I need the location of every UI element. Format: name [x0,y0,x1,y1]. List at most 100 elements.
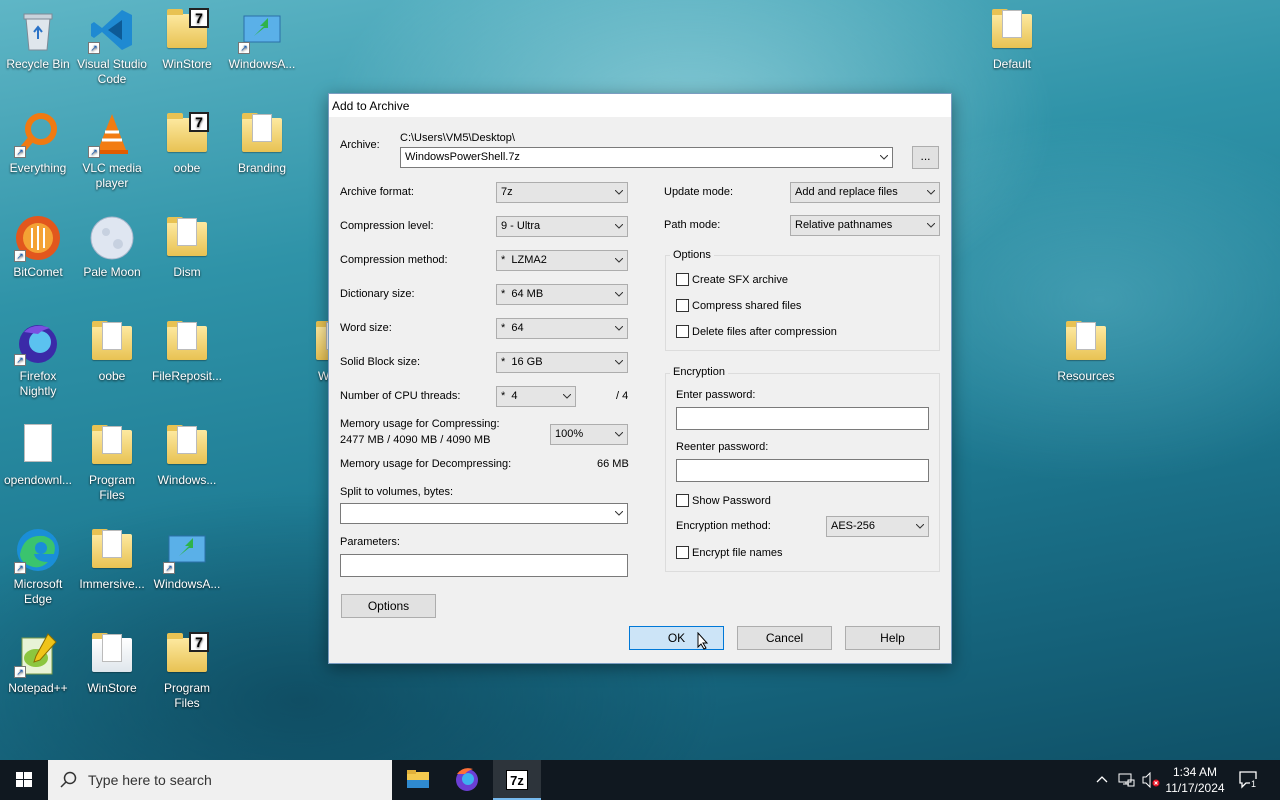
parameters-input[interactable] [340,554,628,577]
vscode-icon: ↗ [88,6,136,54]
help-button[interactable]: Help [845,626,940,650]
parameters-label: Parameters: [340,536,400,548]
archive-format-value: 7z [501,186,513,198]
desktop-icon-default[interactable]: Default [974,6,1050,72]
show-password-checkbox[interactable]: Show Password [676,494,771,507]
cpu-threads-value: * 4 [501,390,518,402]
volume-muted-icon[interactable] [1142,771,1160,791]
desktop-icon-immersive[interactable]: Immersive... [74,526,150,592]
network-icon[interactable] [1118,772,1136,791]
split-volumes-combo[interactable] [340,503,628,524]
desktop-icon-bitcomet[interactable]: ↗ BitComet [0,214,76,280]
taskbar-file-explorer[interactable] [394,760,442,800]
shortcut-arrow-icon: ↗ [88,42,100,54]
compress-shared-checkbox[interactable]: Compress shared files [676,299,801,312]
encryption-method-select[interactable]: AES-256 [826,516,929,537]
folder-doc-icon [88,630,136,678]
desktop-icon-winstore-2[interactable]: WinStore [74,630,150,696]
delete-after-compression-checkbox[interactable]: Delete files after compression [676,325,837,338]
add-to-archive-dialog: Add to Archive Archive: C:\Users\VM5\Des… [328,93,952,664]
checkbox-box [676,299,689,312]
taskbar-search-box[interactable]: Type here to search [48,760,392,800]
desktop-icon-branding[interactable]: Branding [224,110,300,176]
reenter-password-input[interactable] [676,459,929,482]
chevron-down-icon [615,224,623,231]
desktop-icon-winstore[interactable]: 7 WinStore [149,6,225,72]
solid-block-size-select[interactable]: * 16 GB [496,352,628,373]
desktop-icon-program-files[interactable]: Program Files [74,422,150,503]
desktop-icon-vlc[interactable]: ↗ VLC media player [74,110,150,191]
folder-doc-icon [88,318,136,366]
clock[interactable]: 1:34 AM 11/17/2024 [1160,764,1230,796]
update-mode-select[interactable]: Add and replace files [790,182,940,203]
compression-level-label: Compression level: [340,220,434,232]
desktop-icon-filerepository[interactable]: FileReposit... [149,318,225,384]
desktop-icon-microsoft-edge[interactable]: ↗ Microsoft Edge [0,526,76,607]
create-sfx-checkbox[interactable]: Create SFX archive [676,273,788,286]
blank-file-icon [14,422,62,470]
cancel-button[interactable]: Cancel [737,626,832,650]
ok-button[interactable]: OK [629,626,724,650]
show-password-label: Show Password [692,494,771,507]
desktop-icon-vscode[interactable]: ↗ Visual Studio Code [74,6,150,87]
desktop-icon-windows[interactable]: Windows... [149,422,225,488]
clock-time: 1:34 AM [1172,765,1218,779]
taskbar-firefox[interactable] [443,760,491,800]
desktop-icon-opendownload[interactable]: opendownl... [0,422,76,488]
dictionary-size-select[interactable]: * 64 MB [496,284,628,305]
file-explorer-icon [407,770,429,788]
folder-7z-icon: 7 [163,630,211,678]
desktop-icon-notepad-plus-plus[interactable]: ↗ Notepad++ [0,630,76,696]
desktop-icon-windowsa-2[interactable]: ↗ WindowsA... [149,526,225,592]
start-button[interactable] [0,760,48,800]
word-size-select[interactable]: * 64 [496,318,628,339]
desktop-icon-oobe-2[interactable]: oobe [74,318,150,384]
encrypt-file-names-checkbox[interactable]: Encrypt file names [676,546,782,559]
chevron-down-icon [927,190,935,197]
archive-format-select[interactable]: 7z [496,182,628,203]
desktop-icon-oobe[interactable]: 7 oobe [149,110,225,176]
desktop-icon-pale-moon[interactable]: Pale Moon [74,214,150,280]
taskbar: Type here to search 7z 1:34 AM 11/17/202… [0,760,1280,800]
desktop-icon-resources[interactable]: Resources [1048,318,1124,384]
folder-doc-icon [88,526,136,574]
cpu-threads-max: / 4 [616,390,629,402]
desktop-icon-recycle-bin[interactable]: Recycle Bin [0,6,76,72]
cpu-threads-select[interactable]: * 4 [496,386,576,407]
delete-after-compression-label: Delete files after compression [692,325,837,338]
folder-7z-icon: 7 [163,6,211,54]
compression-level-value: 9 - Ultra [501,220,541,232]
desktop-icon-dism[interactable]: Dism [149,214,225,280]
archive-path: C:\Users\VM5\Desktop\ [400,132,515,144]
compression-level-select[interactable]: 9 - Ultra [496,216,628,237]
path-mode-select[interactable]: Relative pathnames [790,215,940,236]
path-mode-value: Relative pathnames [795,219,893,231]
notification-center-icon[interactable]: 1 [1238,770,1260,793]
desktop-icon-everything[interactable]: ↗ Everything [0,110,76,176]
chevron-down-icon[interactable] [880,155,888,162]
desktop-icon-program-files-2[interactable]: 7 Program Files [149,630,225,711]
desktop-icon-windowsa[interactable]: ↗ WindowsA... [224,6,300,72]
chevron-up-icon[interactable] [1096,772,1108,791]
enter-password-input[interactable] [676,407,929,430]
encryption-group-title: Encryption [670,366,728,378]
mem-compress-percent-select[interactable]: 100% [550,424,628,445]
chevron-down-icon [615,360,623,367]
dialog-titlebar[interactable]: Add to Archive [329,94,951,117]
reenter-password-label: Reenter password: [676,441,769,453]
word-size-value: * 64 [501,322,524,334]
shortcut-arrow-icon: ↗ [88,146,100,158]
dictionary-size-label: Dictionary size: [340,288,415,300]
update-mode-label: Update mode: [664,186,734,198]
options-button[interactable]: Options [341,594,436,618]
compression-method-select[interactable]: * LZMA2 [496,250,628,271]
cpu-threads-label: Number of CPU threads: [340,390,461,402]
taskbar-7zip[interactable]: 7z [493,760,541,800]
chevron-down-icon[interactable] [615,511,623,518]
mem-compress-percent-value: 100% [555,428,584,440]
checkbox-box [676,325,689,338]
archive-format-label: Archive format: [340,186,414,198]
browse-button[interactable]: ... [912,146,939,169]
archive-name-combo[interactable]: WindowsPowerShell.7z [400,147,893,168]
desktop-icon-firefox-nightly[interactable]: ↗ Firefox Nightly [0,318,76,399]
